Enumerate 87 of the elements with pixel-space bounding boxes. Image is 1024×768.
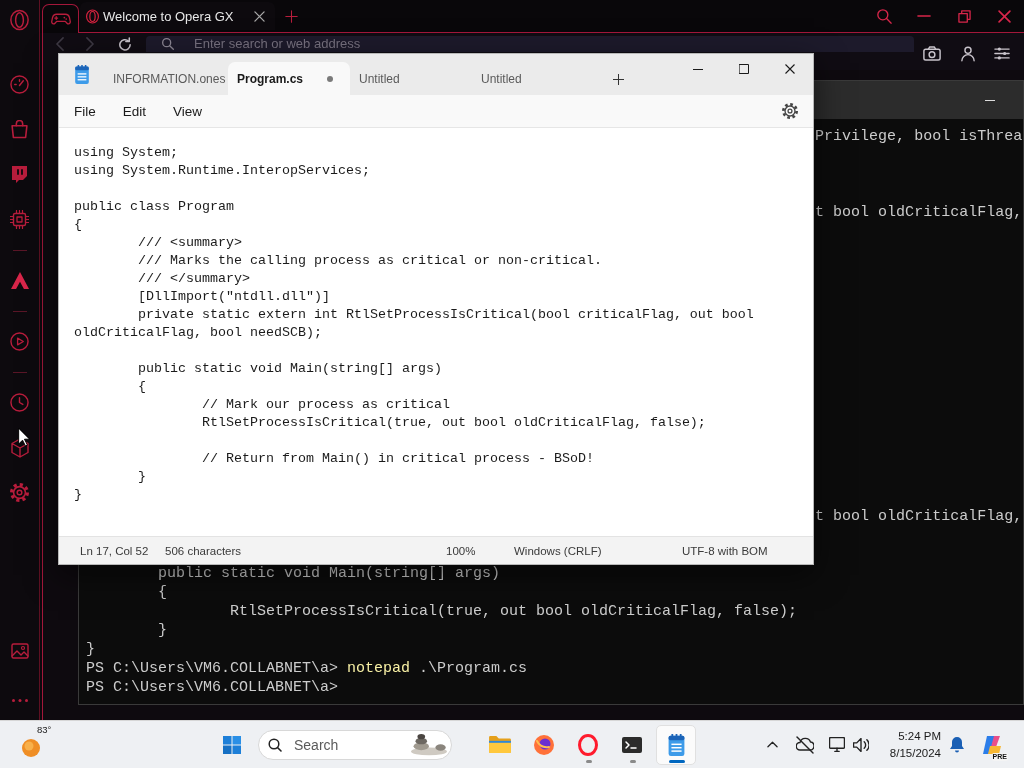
search-icon	[162, 38, 174, 50]
status-line-ending: Windows (CRLF)	[514, 544, 603, 557]
code-line: using System;	[74, 145, 178, 160]
code-line: RtlSetProcessIsCritical(true, out bool oldCriticalFlag, false);	[202, 415, 706, 430]
browser-tab[interactable]: Welcome to Opera GX	[80, 2, 275, 30]
triangle-logo-icon[interactable]	[10, 272, 29, 289]
plus-icon[interactable]	[613, 74, 624, 85]
address-field[interactable]: Enter search or web address	[146, 36, 914, 52]
search-icon[interactable]	[876, 8, 892, 24]
chat-bubble-icon[interactable]	[11, 165, 28, 184]
code-line: using System.Runtime.InteropServices;	[74, 163, 370, 178]
chip-icon[interactable]	[10, 210, 29, 229]
code-line: [DllImport("ntdll.dll")]	[138, 289, 330, 304]
sliders-icon[interactable]	[994, 47, 1010, 60]
status-zoom: 100%	[446, 544, 477, 557]
code-line: }	[138, 469, 146, 484]
file-tab[interactable]: Program.cs	[228, 62, 350, 95]
code-line: // Mark our process as critical	[202, 397, 450, 412]
notepad-icon	[75, 65, 89, 84]
terminal-line: PS C:\Users\VM6.COLLABNET\a> notepad .\Program.cs	[86, 660, 528, 677]
speaker-icon[interactable]	[853, 737, 869, 752]
cursor-icon	[18, 428, 30, 447]
code-line: private static extern int RtlSetProcessIsCritical(bool criticalFlag, out bool	[138, 307, 754, 322]
menu-item[interactable]: Edit	[114, 99, 155, 123]
notepad-icon	[667, 733, 685, 756]
code-line: {	[74, 217, 82, 232]
code-line: public class Program	[74, 199, 234, 214]
globe-app-icon	[534, 734, 554, 755]
ring-logo-icon	[86, 8, 99, 24]
status-encoding: UTF-8 with BOM	[682, 544, 769, 557]
status-character-count: 506 characters	[165, 544, 243, 557]
code-line: /// </summary>	[138, 271, 250, 286]
code-line: }	[74, 487, 82, 502]
file-tab[interactable]: Untitled	[350, 62, 472, 95]
terminal-line: RtlSetProcessIsCritical(true, out bool oldCriticalFlag, false);	[230, 603, 798, 620]
start-icon[interactable]	[223, 735, 241, 754]
terminal-line: PS C:\Users\VM6.COLLABNET\a>	[86, 679, 339, 696]
menu-item[interactable]: View	[165, 99, 211, 123]
code-line: /// Marks the calling process as critical or non-critical.	[138, 253, 602, 268]
code-line: // Return from Main() in critical process - BSoD!	[202, 451, 594, 466]
bell-icon[interactable]	[950, 736, 964, 753]
cloud-off-icon[interactable]	[796, 735, 814, 754]
code-line: public static void Main(string[] args)	[138, 361, 442, 376]
search-icon	[268, 737, 282, 752]
restore-icon[interactable]	[957, 9, 971, 23]
terminal-line: }	[158, 622, 168, 639]
code-line: oldCriticalFlag, bool needSCB);	[74, 325, 322, 340]
bag-icon[interactable]	[11, 120, 28, 139]
person-icon[interactable]	[961, 45, 975, 62]
image-icon[interactable]	[10, 642, 29, 659]
clock-date: 8/15/2024	[889, 745, 941, 761]
stones-picture-icon	[411, 733, 447, 756]
status-position: Ln 17, Col 52	[80, 544, 150, 557]
file-tab[interactable]: Untitled	[472, 62, 594, 95]
gamepad-icon	[50, 13, 71, 25]
terminal-line: }	[86, 641, 95, 658]
terminal-line: public static void Main(string[] args)	[158, 565, 501, 582]
settings-icon[interactable]	[782, 103, 798, 119]
code-line: {	[138, 379, 146, 394]
weather-temperature: 83°	[37, 723, 52, 735]
minimize-icon[interactable]	[693, 68, 703, 70]
chevron-up-icon[interactable]	[767, 741, 778, 748]
file-tab[interactable]: INFORMATION.ones	[104, 62, 228, 95]
ring-logo-icon[interactable]	[10, 9, 29, 31]
code-line: /// <summary>	[138, 235, 242, 250]
more-icon[interactable]	[11, 698, 28, 702]
folder-icon	[489, 736, 511, 753]
close-icon[interactable]	[785, 64, 795, 74]
taskbar-app-button[interactable]	[656, 724, 696, 765]
clock-time: 5:24 PM	[898, 728, 941, 744]
search-field[interactable]: Search	[258, 729, 452, 760]
cube-icon[interactable]	[10, 437, 29, 458]
play-icon[interactable]	[10, 332, 29, 351]
terminal-line: t bool oldCriticalFlag,	[815, 204, 1023, 221]
menu-item[interactable]: File	[66, 99, 104, 123]
terminal-line: Privilege, bool isThrea	[815, 128, 1023, 145]
clock-icon[interactable]	[10, 393, 29, 412]
maximize-icon[interactable]	[739, 64, 749, 74]
camera-icon[interactable]	[923, 46, 941, 61]
close-icon[interactable]	[254, 10, 265, 22]
gauge-icon[interactable]	[10, 75, 29, 94]
terminal-line: {	[158, 584, 168, 601]
ring-logo-icon	[578, 733, 598, 756]
terminal-icon	[622, 736, 642, 753]
reload-icon[interactable]	[119, 37, 131, 51]
terminal-line: t bool oldCriticalFlag,	[815, 508, 1023, 525]
monitor-icon[interactable]	[829, 737, 845, 752]
